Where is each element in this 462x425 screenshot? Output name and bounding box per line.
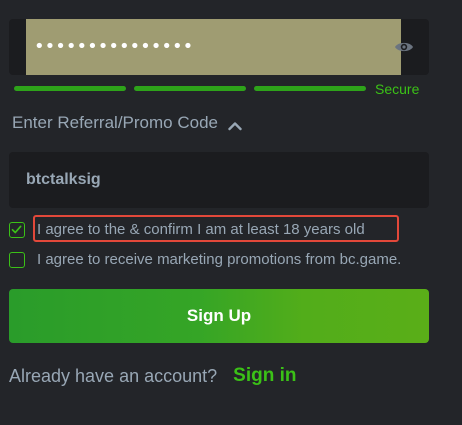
referral-code-input[interactable]: btctalksig	[9, 152, 429, 208]
referral-code-value: btctalksig	[26, 171, 101, 188]
already-have-account-text: Already have an account?	[9, 365, 218, 386]
eye-icon[interactable]	[394, 38, 414, 56]
sign-up-button-label: Sign Up	[186, 306, 252, 325]
chevron-up-icon	[228, 118, 242, 131]
strength-segment	[254, 86, 366, 91]
strength-segment	[14, 86, 126, 91]
age-agreement-checkbox[interactable]	[9, 222, 25, 238]
marketing-agreement-checkbox[interactable]	[9, 252, 25, 268]
password-field[interactable]: •••••••••••••••	[9, 19, 429, 75]
marketing-agreement-label: I agree to receive marketing promotions …	[37, 251, 402, 268]
password-masked-value: •••••••••••••••	[34, 36, 194, 57]
sign-in-link[interactable]: Sign in	[233, 365, 296, 387]
strength-label: Secure	[375, 81, 420, 97]
referral-toggle[interactable]: Enter Referral/Promo Code	[12, 112, 242, 134]
sign-in-footer: Already have an account? Sign in	[9, 364, 296, 388]
marketing-agreement-checkbox-row[interactable]: I agree to receive marketing promotions …	[9, 249, 401, 271]
strength-segment	[134, 86, 246, 91]
referral-toggle-label: Enter Referral/Promo Code	[12, 113, 218, 132]
highlight-outline	[33, 215, 399, 242]
sign-up-button[interactable]: Sign Up	[9, 289, 429, 343]
